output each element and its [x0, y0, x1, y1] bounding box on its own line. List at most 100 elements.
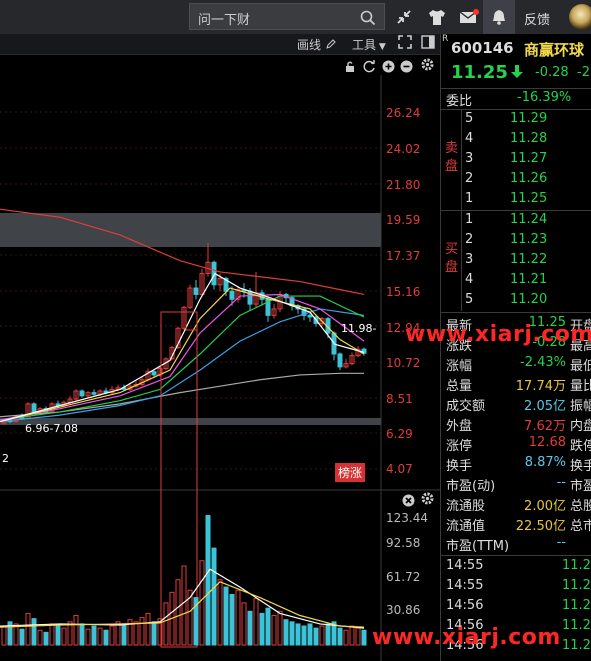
bell-icon[interactable] [490, 8, 508, 30]
search-box[interactable]: 问一下财 [189, 3, 385, 30]
price-tick-label: 4.07 [386, 462, 413, 476]
kline-chart[interactable] [0, 75, 440, 661]
stat-label-2: 总市 [570, 519, 591, 534]
stat-value: -- [556, 535, 566, 550]
stat-value: 8.87% [524, 455, 566, 470]
stat-label: 流通值 [446, 519, 486, 534]
stat-value: 22.50亿 [515, 519, 566, 534]
volume-close-icon[interactable] [402, 492, 415, 511]
order-level-row[interactable]: 4 11.21 [441, 272, 591, 292]
watermark: www.xiarj.com [405, 322, 591, 347]
price-tick-label: 15.16 [386, 285, 421, 299]
order-level-row[interactable]: 3 11.27 [441, 151, 591, 171]
divider [441, 210, 591, 211]
level-number: 5 [465, 111, 474, 126]
tick-price: 11.29 [562, 598, 591, 613]
volume-bar [37, 629, 43, 646]
search-input[interactable]: 问一下财 [198, 9, 250, 28]
bell-button[interactable] [483, 0, 515, 34]
level-price: 11.20 [510, 292, 548, 307]
level-number: 3 [465, 252, 474, 267]
avatar[interactable] [569, 4, 591, 30]
stat-label: 涨幅 [446, 359, 473, 374]
candle-body [79, 390, 85, 397]
volume-tick-label: 30.86 [386, 603, 421, 617]
divider [441, 88, 591, 89]
tick-row[interactable]: 14:56 11.29 [441, 598, 591, 618]
stat-value: -2.43% [520, 355, 566, 370]
order-level-row[interactable]: 1 11.25 [441, 191, 591, 211]
stat-label: 流通股 [446, 499, 486, 514]
divider [441, 109, 591, 110]
order-level-row[interactable]: 5 11.29 [441, 111, 591, 131]
tools-label: 工具 [352, 38, 377, 52]
tick-row[interactable]: 14:55 11.29 [441, 558, 591, 578]
stat-label-2: 总股 [570, 499, 591, 514]
volume-bar [295, 623, 301, 646]
volume-bar [337, 627, 343, 646]
level-number: 4 [465, 272, 474, 287]
level-number: 2 [465, 171, 474, 186]
volume-bar [211, 547, 217, 646]
price-change: -0.28 [535, 65, 569, 80]
volume-bar [313, 627, 319, 646]
tick-time: 14:56 [446, 598, 484, 613]
rank-badge[interactable]: 榜涨 [335, 463, 366, 482]
stat-label-2: 换手 [570, 459, 591, 474]
draw-line-button[interactable]: 画线 [297, 36, 337, 53]
tick-time: 14:55 [446, 578, 484, 593]
shrink-icon[interactable] [392, 5, 416, 29]
order-level-row[interactable]: 4 11.28 [441, 131, 591, 151]
stat-label: 外盘 [446, 419, 473, 434]
volume-bar [283, 619, 289, 646]
stat-label: 市盈(动) [446, 479, 496, 494]
stat-row: 外盘 7.62万 内盘 [441, 415, 591, 435]
settings-icon[interactable] [420, 57, 435, 76]
panel-icon[interactable] [421, 35, 435, 52]
order-level-row[interactable]: 5 11.20 [441, 292, 591, 312]
volume-bar [91, 625, 97, 646]
level-number: 2 [465, 232, 474, 247]
volume-tick-label: 123.44 [386, 511, 428, 525]
feedback-link[interactable]: 反馈 [524, 9, 550, 28]
level-number: 1 [465, 212, 474, 227]
watermark: www.xiarj.com [372, 625, 561, 650]
volume-bar [25, 612, 31, 646]
volume-settings-icon[interactable] [420, 491, 435, 510]
stat-label: 市盈(TTM) [446, 539, 510, 554]
order-level-row[interactable]: 3 11.22 [441, 252, 591, 272]
level-number: 4 [465, 131, 474, 146]
price-tick-label: 26.24 [386, 106, 421, 120]
stat-row: 流通股 2.00亿 总股 [441, 495, 591, 515]
volume-bar [19, 628, 25, 646]
low-annotation: 6.96-7.08 [25, 422, 78, 435]
order-level-row[interactable]: 2 11.26 [441, 171, 591, 191]
volume-bar [319, 625, 325, 646]
volume-bar [109, 625, 115, 646]
stat-row: 成交额 2.05亿 振幅 [441, 395, 591, 415]
r-mark: R [442, 34, 449, 44]
volume-bar [61, 627, 67, 646]
volume-bar [205, 514, 211, 646]
mail-icon[interactable] [457, 5, 481, 29]
volume-bar [133, 621, 139, 646]
tick-price: 11.27 [562, 578, 591, 593]
price-tick-label: 19.59 [386, 213, 421, 227]
volume-bar [265, 607, 271, 646]
order-level-row[interactable]: 2 11.23 [441, 232, 591, 252]
search-icon[interactable] [360, 10, 376, 30]
volume-bar [163, 602, 169, 646]
stat-label: 成交额 [446, 399, 486, 414]
tick-row[interactable]: 14:55 11.27 [441, 578, 591, 598]
shirt-icon[interactable] [425, 5, 449, 29]
stat-label-2: 振幅 [570, 399, 591, 414]
volume-bar [325, 623, 331, 646]
tools-button[interactable]: 工具 ▼ [352, 36, 386, 53]
stock-name[interactable]: 商赢环球 [524, 39, 584, 60]
fullscreen-icon[interactable] [398, 35, 412, 52]
volume-bar [55, 625, 61, 646]
order-level-row[interactable]: 1 11.24 [441, 212, 591, 232]
volume-bar [349, 625, 355, 646]
volume-bar [253, 598, 259, 646]
volume-bar [139, 617, 145, 646]
